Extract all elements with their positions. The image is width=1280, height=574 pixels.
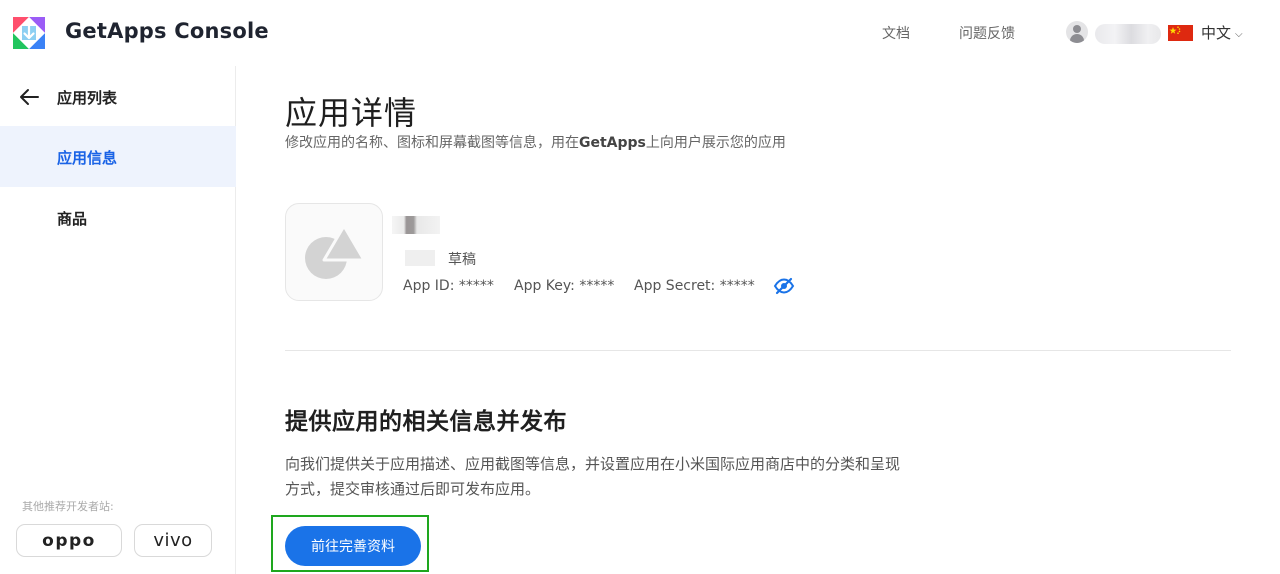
sidebar-item-label: 商品	[57, 210, 88, 228]
vivo-logo: vivo	[153, 530, 193, 551]
app-name-redacted	[392, 216, 440, 234]
subtitle-text-end: 上向用户展示您的应用	[645, 135, 786, 151]
app-secret-value: App Secret: *****	[634, 278, 755, 294]
username-redacted[interactable]	[1095, 24, 1161, 44]
vivo-partner-link[interactable]: vivo	[134, 524, 212, 557]
sidebar: 应用列表 应用信息 商品 其他推荐开发者站: oppo vivo	[0, 66, 236, 574]
section-divider	[285, 350, 1231, 351]
language-selector[interactable]: 中文 ⌵	[1201, 22, 1243, 43]
complete-profile-button[interactable]: 前往完善资料	[285, 526, 421, 566]
sidebar-item-products[interactable]: 商品	[0, 187, 236, 248]
user-avatar-icon[interactable]	[1066, 21, 1088, 43]
status-badge: 草稿	[448, 252, 476, 268]
page-subtitle: 修改应用的名称、图标和屏幕截图等信息，用在GetApps上向用户展示您的应用	[285, 132, 786, 152]
back-label[interactable]: 应用列表	[57, 87, 117, 108]
china-flag-icon[interactable]	[1168, 25, 1193, 41]
app-tag-redacted	[405, 250, 435, 266]
back-to-app-list[interactable]: 应用列表	[18, 86, 117, 108]
subtitle-text-start: 修改应用的名称、图标和屏幕截图等信息，用在	[285, 135, 579, 151]
feedback-link[interactable]: 问题反馈	[959, 23, 1015, 43]
section-description: 向我们提供关于应用描述、应用截图等信息，并设置应用在小米国际应用商店中的分类和呈…	[285, 455, 901, 498]
arrow-left-icon[interactable]	[18, 86, 40, 108]
top-header: GetApps Console 文档 问题反馈 中文 ⌵	[0, 0, 1280, 66]
subtitle-brand: GetApps	[579, 135, 646, 151]
eye-slash-icon[interactable]	[773, 277, 795, 295]
chevron-down-icon: ⌵	[1235, 29, 1243, 40]
app-key-value: App Key: *****	[514, 278, 615, 294]
language-label: 中文	[1201, 24, 1232, 42]
oppo-partner-link[interactable]: oppo	[16, 524, 122, 557]
app-id-value: App ID: *****	[403, 278, 494, 294]
section-title: 提供应用的相关信息并发布	[285, 409, 567, 435]
docs-link[interactable]: 文档	[882, 23, 910, 43]
page-title: 应用详情	[285, 94, 418, 132]
app-placeholder-icon[interactable]	[285, 203, 383, 301]
brand-name[interactable]: GetApps Console	[65, 19, 269, 43]
recommend-label: 其他推荐开发者站:	[22, 500, 114, 513]
sidebar-item-label: 应用信息	[57, 149, 118, 167]
oppo-logo: oppo	[42, 530, 96, 551]
getapps-logo-icon[interactable]	[10, 14, 48, 52]
sidebar-item-app-info[interactable]: 应用信息	[0, 126, 236, 187]
